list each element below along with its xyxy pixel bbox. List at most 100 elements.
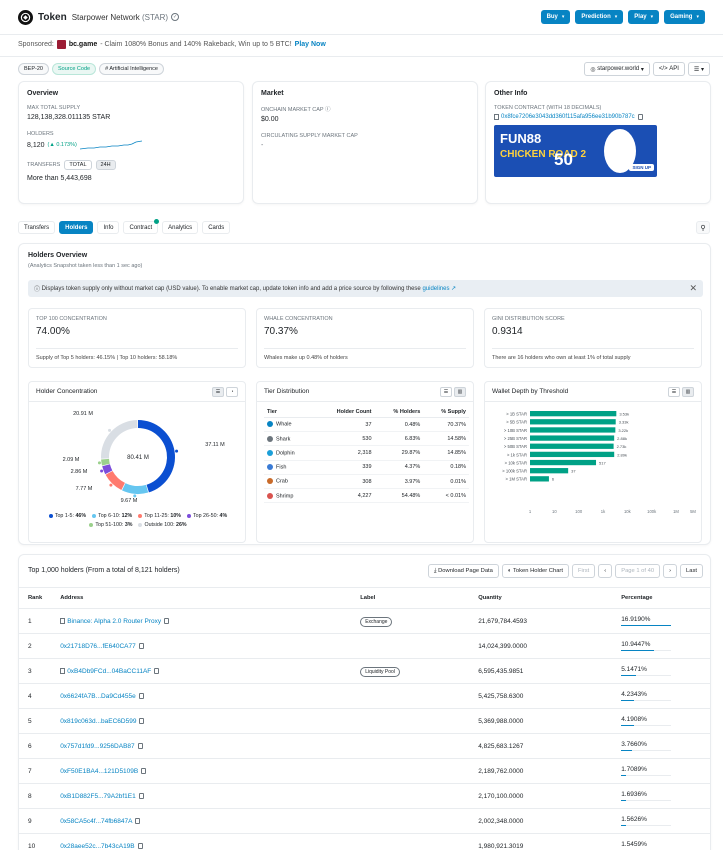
holder-address-link[interactable]: 0x819c063d...baEC6D599 bbox=[60, 718, 136, 725]
quantity: 14,024,399.0000 bbox=[469, 633, 613, 659]
token-holder-chart-button[interactable]: ◐ Token Holder Chart bbox=[501, 564, 569, 578]
copy-icon[interactable] bbox=[139, 717, 145, 724]
percentage: 10.9447% bbox=[621, 640, 651, 648]
tag-bep20[interactable]: BEP-20 bbox=[18, 63, 49, 75]
percentage-bar bbox=[621, 624, 672, 627]
table-row: 1 Binance: Alpha 2.0 Router Proxy Exchan… bbox=[19, 608, 710, 634]
close-icon[interactable]: ✕ bbox=[689, 283, 697, 294]
copy-icon[interactable] bbox=[164, 617, 170, 624]
total-toggle[interactable]: TOTAL bbox=[64, 160, 92, 170]
holders-table: Rank Address Label Quantity Percentage 1… bbox=[19, 587, 710, 850]
bar-chart-icon[interactable]: ▥ bbox=[454, 386, 466, 397]
list-icon[interactable]: ☰ bbox=[440, 386, 452, 397]
rank: 3 bbox=[19, 658, 52, 684]
quantity: 4,825,683.1267 bbox=[469, 733, 613, 759]
holder-address-link[interactable]: 0x6624fA7B...Da9Cd455e bbox=[60, 693, 136, 700]
onchain-market-cap: $0.00 bbox=[261, 116, 279, 123]
holder-address-link[interactable]: 0xB4Db9FCd...04BaCC11AF bbox=[67, 668, 151, 675]
info-icon: ⓘ bbox=[34, 287, 42, 293]
tag-source-code[interactable]: Source Code bbox=[51, 63, 97, 75]
rank: 6 bbox=[19, 733, 52, 759]
api-button[interactable]: </> API bbox=[652, 62, 685, 76]
copy-icon[interactable] bbox=[137, 842, 143, 849]
tag-ai[interactable]: # Artificial Intelligence bbox=[99, 63, 164, 75]
crab-icon bbox=[267, 478, 273, 485]
rank: 4 bbox=[19, 683, 52, 709]
bar bbox=[530, 427, 616, 433]
holder-address-link[interactable]: 0x58CA5c4f...74fb6847A bbox=[60, 818, 132, 825]
copy-icon[interactable] bbox=[137, 742, 143, 749]
next-page-button[interactable]: › bbox=[663, 564, 678, 578]
percentage: 3.7660% bbox=[621, 740, 647, 748]
copy-icon[interactable] bbox=[135, 817, 141, 824]
tab-contract[interactable]: Contract bbox=[123, 219, 160, 234]
pie-icon[interactable]: ◔ bbox=[226, 386, 238, 397]
holder-address-link[interactable]: 0xB1D882F5...79A2bf1E1 bbox=[60, 793, 136, 800]
fun88-ad-banner[interactable]: FUN88 CHICKEN ROAD 2 50 SIGN UP bbox=[494, 125, 657, 177]
slice-label: 20.91 M bbox=[73, 411, 93, 417]
holders-overview-card: Holders Overview (Analytics Snapshot tak… bbox=[18, 243, 711, 545]
more-menu-button[interactable]: ☰ ▾ bbox=[687, 62, 710, 76]
holders-count: 8,120 (▲ 0.173%) bbox=[27, 140, 235, 150]
tier-row: Shrimp 4,227 54.48% < 0.01% bbox=[264, 488, 469, 504]
bar-value-label: 37 bbox=[571, 469, 576, 474]
prev-page-button[interactable]: ‹ bbox=[598, 564, 613, 578]
tab-cards[interactable]: Cards bbox=[202, 221, 231, 234]
holder-address-link[interactable]: Binance: Alpha 2.0 Router Proxy bbox=[67, 618, 161, 625]
holder-address-link[interactable]: 0x757d1fd9...9256DAB87 bbox=[60, 743, 134, 750]
quantity: 2,189,762.0000 bbox=[469, 758, 613, 784]
table-row: 7 0xF50E1BA4...121D5109B 2,189,762.0000 … bbox=[19, 758, 710, 784]
last-page-button[interactable]: Last bbox=[680, 564, 703, 578]
list-icon: ☰ bbox=[693, 66, 700, 73]
legend-item[interactable]: Top 1-5: 46% bbox=[48, 512, 86, 521]
token-contract-link[interactable]: 0x8fce7206e3043dd360f115afa956ee31b90b78… bbox=[501, 114, 635, 120]
holder-address-link[interactable]: 0x28aee52c...7b43cA19B bbox=[60, 843, 134, 850]
legend-item[interactable]: Outside 100: 26% bbox=[138, 521, 187, 530]
gaming-button[interactable]: Gaming ▾ bbox=[664, 10, 705, 24]
header-tools: ◎ starpower.world ▾ </> API ☰ ▾ bbox=[584, 62, 710, 76]
legend-item[interactable]: Top 6-10: 12% bbox=[92, 512, 132, 521]
24h-toggle[interactable]: 24H bbox=[95, 160, 116, 170]
legend-item[interactable]: Top 11-25: 10% bbox=[138, 512, 181, 521]
copy-icon[interactable] bbox=[138, 792, 144, 799]
buy-button[interactable]: Buy ▾ bbox=[540, 10, 571, 24]
prediction-button[interactable]: Prediction ▾ bbox=[575, 10, 624, 24]
holder-address-link[interactable]: 0xF50E1BA4...121D5109B bbox=[60, 768, 138, 775]
tab-holders[interactable]: Holders bbox=[59, 221, 94, 234]
slice-label: 37.11 M bbox=[205, 442, 225, 448]
website-button[interactable]: ◎ starpower.world ▾ bbox=[584, 62, 650, 76]
quantity: 2,002,348.0000 bbox=[469, 808, 613, 834]
copy-icon[interactable] bbox=[138, 642, 144, 649]
list-icon[interactable]: ☰ bbox=[212, 386, 224, 397]
copy-icon[interactable] bbox=[154, 667, 160, 674]
holder-address-link[interactable]: 0x21718D76...fE640CA77 bbox=[60, 643, 136, 650]
search-icon[interactable]: ⚲ bbox=[696, 221, 710, 234]
x-tick-label: 1M bbox=[673, 509, 679, 514]
page-header: Token Starpower Network (STAR) ✓ Buy ▾ Pr… bbox=[0, 0, 723, 34]
bar bbox=[530, 435, 615, 441]
copy-icon[interactable] bbox=[141, 767, 147, 774]
play-button[interactable]: Play ▾ bbox=[628, 10, 660, 24]
percentage-bar bbox=[621, 774, 672, 777]
copy-icon[interactable] bbox=[138, 692, 144, 699]
copy-icon[interactable] bbox=[637, 114, 643, 120]
x-tick-label: 5M bbox=[690, 509, 696, 514]
legend-item[interactable]: Top 51-100: 3% bbox=[89, 521, 132, 530]
percentage-bar bbox=[621, 799, 672, 802]
percentage-bar bbox=[621, 749, 672, 752]
slice-marker bbox=[133, 494, 137, 498]
bar-chart-icon[interactable]: ▥ bbox=[682, 386, 694, 397]
legend-item[interactable]: Top 26-50: 4% bbox=[186, 512, 227, 521]
top-holders-card: Top 1,000 holders (From a total of 8,121… bbox=[18, 554, 711, 850]
guidelines-link[interactable]: guidelines ↗ bbox=[422, 285, 456, 292]
quantity: 1,980,921.3019 bbox=[469, 833, 613, 850]
list-icon[interactable]: ☰ bbox=[668, 386, 680, 397]
tab-analytics[interactable]: Analytics bbox=[162, 221, 199, 234]
tab-info[interactable]: Info bbox=[97, 221, 120, 234]
download-page-data-button[interactable]: ⤓ Download Page Data bbox=[427, 564, 499, 578]
first-page-button[interactable]: First bbox=[571, 564, 596, 578]
percentage: 1.6936% bbox=[621, 790, 647, 798]
x-tick-label: 100 bbox=[575, 509, 583, 514]
tab-transfers[interactable]: Transfers bbox=[18, 221, 56, 234]
play-now-link[interactable]: Play Now bbox=[295, 41, 326, 48]
